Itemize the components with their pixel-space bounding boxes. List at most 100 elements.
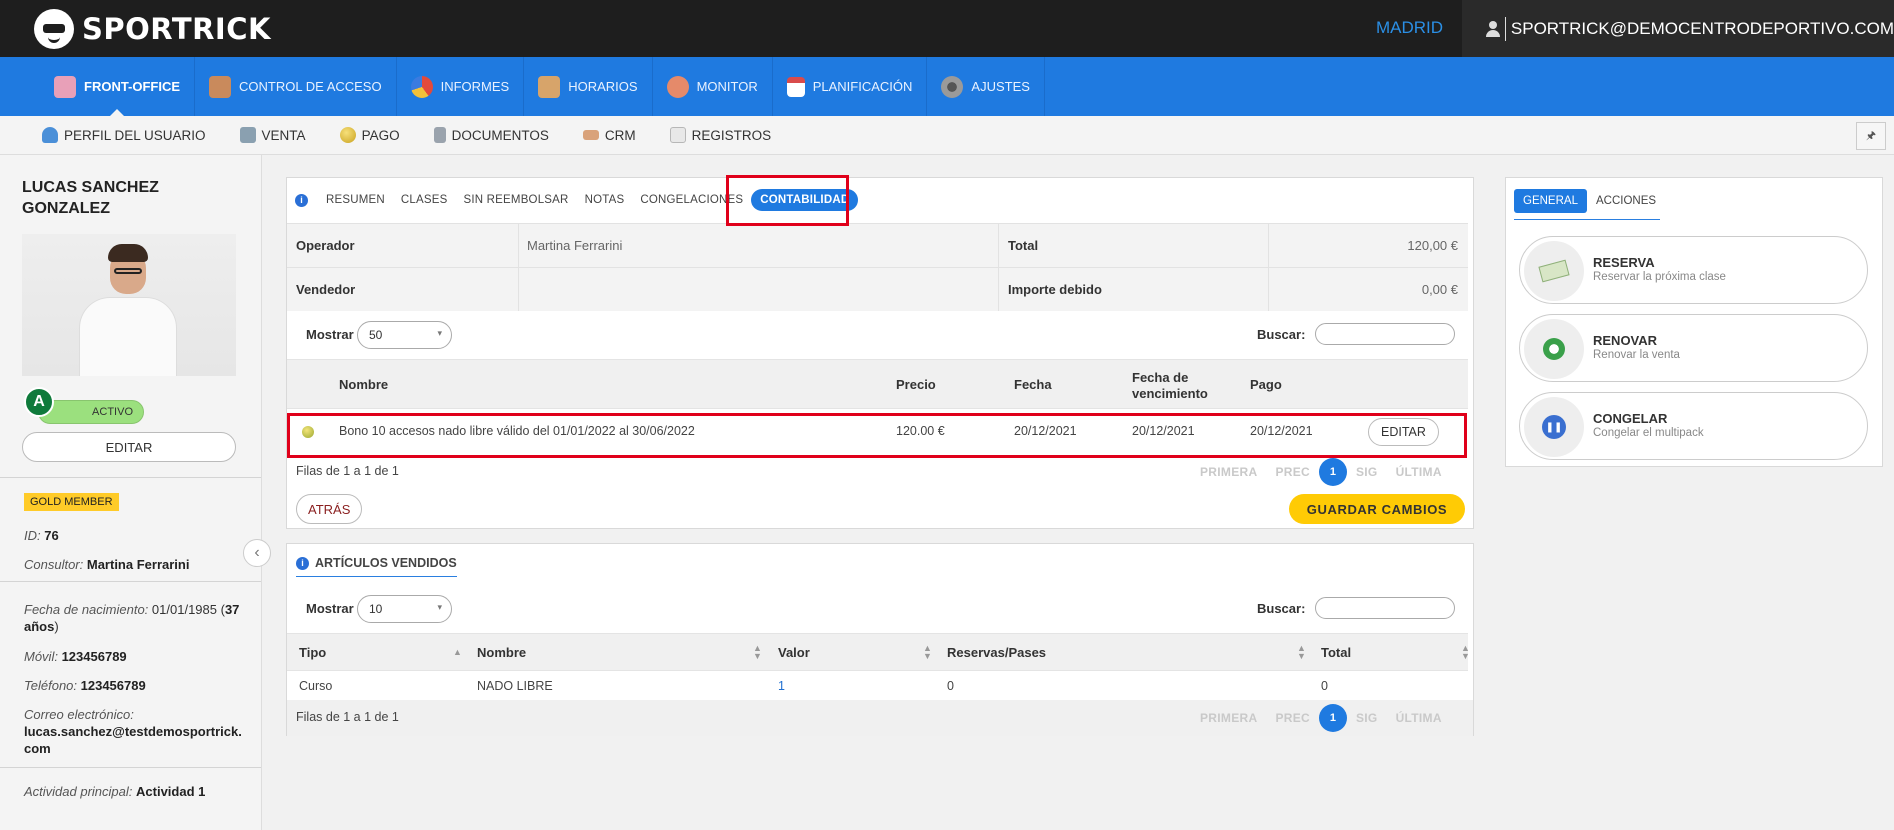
- tab-general[interactable]: GENERAL: [1514, 189, 1587, 213]
- pagination-first[interactable]: PRIMERA: [1200, 465, 1257, 479]
- sub-nav-sale[interactable]: VENTA: [239, 127, 306, 143]
- brand-logo[interactable]: SPORTRICK: [34, 6, 271, 52]
- total-label: Total: [999, 224, 1269, 267]
- sub-nav-label: PAGO: [361, 127, 400, 143]
- column-header-name[interactable]: Nombre: [477, 645, 526, 661]
- operator-label: Operador: [287, 224, 519, 267]
- summary-row: Vendedor Importe debido 0,00 €: [287, 267, 1468, 311]
- coin-icon: [339, 127, 356, 143]
- show-entries-label: Mostrar: [306, 601, 354, 616]
- booking-action-card[interactable]: RESERVA Reservar la próxima clase: [1519, 236, 1868, 304]
- pagination-last[interactable]: ÚLTIMA: [1396, 465, 1442, 479]
- sort-asc-icon[interactable]: ▲: [453, 647, 462, 657]
- sale-table-header: Nombre Precio Fecha Fecha de vencimiento…: [287, 359, 1468, 409]
- sub-nav-logs[interactable]: REGISTROS: [669, 127, 772, 143]
- user-menu[interactable]: SPORTRICK@DEMOCENTRODEPORTIVO.COM: [1462, 0, 1894, 57]
- table-row[interactable]: Curso NADO LIBRE 1 0 0: [287, 672, 1468, 700]
- main-nav-label: PLANIFICACIÓN: [812, 79, 913, 94]
- amount-due-value: 0,00 €: [1421, 282, 1458, 297]
- pagination-last[interactable]: ÚLTIMA: [1396, 711, 1442, 725]
- main-nav-reports[interactable]: INFORMES: [397, 57, 525, 116]
- column-header[interactable]: Fecha de vencimiento: [1132, 370, 1222, 402]
- column-header-type[interactable]: Tipo: [299, 645, 326, 661]
- freeze-action-card[interactable]: ❚❚ CONGELAR Congelar el multipack: [1519, 392, 1868, 460]
- main-nav-planning[interactable]: PLANIFICACIÓN: [773, 57, 928, 116]
- action-subtitle: Renovar la venta: [1593, 349, 1680, 361]
- info-icon[interactable]: i: [295, 193, 308, 207]
- sidebar-divider: [0, 581, 261, 582]
- sub-nav-crm[interactable]: CRM: [582, 127, 636, 143]
- user-email-info: Correo electrónico: lucas.sanchez@testde…: [24, 707, 242, 756]
- row-bookings: 0: [947, 679, 954, 693]
- column-header[interactable]: Fecha: [1014, 377, 1052, 393]
- tab-actions[interactable]: ACCIONES: [1587, 189, 1665, 213]
- membership-letter-badge: A: [24, 387, 54, 417]
- sub-nav-payment[interactable]: PAGO: [339, 127, 400, 143]
- sort-icon[interactable]: ▲ ▼: [753, 644, 762, 661]
- column-header-bookings[interactable]: Reservas/Pases: [947, 645, 1046, 661]
- document-icon: [433, 127, 446, 143]
- sort-icon[interactable]: ▲ ▼: [1461, 644, 1470, 661]
- action-title: CONGELAR: [1593, 411, 1668, 426]
- show-entries-label: Mostrar: [306, 327, 354, 342]
- sub-nav-user-profile[interactable]: PERFIL DEL USUARIO: [42, 127, 206, 143]
- sidebar-divider: [0, 477, 261, 478]
- top-bar: SPORTRICK MADRID SPORTRICK@DEMOCENTRODEP…: [0, 0, 1894, 57]
- tab-not-refunded[interactable]: SIN REEMBOLSAR: [456, 189, 577, 211]
- collapse-sidebar-button[interactable]: ‹: [243, 539, 271, 567]
- main-nav-label: HORARIOS: [568, 79, 638, 94]
- row-value[interactable]: 1: [778, 679, 785, 693]
- user-full-name: LUCAS SANCHEZ GONZALEZ: [22, 179, 159, 217]
- sub-nav: PERFIL DEL USUARIO VENTA PAGO DOCUMENTOS…: [0, 116, 1894, 155]
- edit-profile-button[interactable]: EDITAR: [22, 432, 236, 462]
- user-photo: [22, 234, 236, 376]
- main-nav-front-office[interactable]: FRONT-OFFICE: [40, 57, 196, 117]
- main-nav-label: CONTROL DE ACCESO: [239, 79, 382, 94]
- sub-nav-label: REGISTROS: [691, 127, 772, 143]
- show-entries-select[interactable]: 10: [357, 595, 452, 623]
- action-subtitle: Reservar la próxima clase: [1593, 271, 1726, 283]
- pagination-current[interactable]: 1: [1318, 704, 1347, 732]
- sort-icon[interactable]: ▲ ▼: [923, 644, 932, 661]
- pagination-prev[interactable]: PREC: [1275, 465, 1310, 479]
- main-nav-schedules[interactable]: HORARIOS: [524, 57, 653, 116]
- pagination-next[interactable]: SIG: [1356, 465, 1378, 479]
- sub-nav-label: CRM: [604, 127, 636, 143]
- city-selector[interactable]: MADRID: [1376, 18, 1443, 38]
- main-nav-settings[interactable]: AJUSTES: [927, 57, 1045, 116]
- chevron-left-icon: ‹: [254, 544, 260, 561]
- info-icon[interactable]: i: [296, 556, 309, 570]
- tab-classes[interactable]: CLASES: [393, 189, 456, 211]
- tab-summary[interactable]: RESUMEN: [318, 189, 393, 211]
- monitor-icon: [666, 75, 689, 98]
- column-header[interactable]: Pago: [1250, 377, 1282, 393]
- pin-button[interactable]: 🖈: [1856, 122, 1886, 150]
- column-header-total[interactable]: Total: [1321, 645, 1351, 661]
- back-button[interactable]: ATRÁS: [296, 494, 363, 524]
- sub-nav-documents[interactable]: DOCUMENTOS: [433, 127, 549, 143]
- main-nav-monitor[interactable]: MONITOR: [653, 57, 773, 116]
- sold-items-header: i ARTÍCULOS VENDIDOS: [296, 556, 457, 577]
- save-changes-button[interactable]: GUARDAR CAMBIOS: [1289, 494, 1465, 524]
- pagination-current[interactable]: 1: [1318, 458, 1347, 486]
- actions-panel: GENERAL ACCIONES RESERVA Reservar la pró…: [1505, 177, 1883, 467]
- renew-action-card[interactable]: RENOVAR Renovar la venta: [1519, 314, 1868, 382]
- search-input[interactable]: [1315, 597, 1455, 619]
- search-input[interactable]: [1315, 323, 1455, 345]
- pagination-prev[interactable]: PREC: [1275, 711, 1310, 725]
- pagination-next[interactable]: SIG: [1356, 711, 1378, 725]
- show-entries-select[interactable]: 50: [357, 321, 452, 349]
- row-type: Curso: [299, 679, 333, 693]
- column-header[interactable]: Nombre: [339, 377, 388, 393]
- sale-detail-panel: i RESUMEN CLASES SIN REEMBOLSAR NOTAS CO…: [286, 177, 1474, 529]
- main-nav-access-control[interactable]: CONTROL DE ACCESO: [195, 57, 397, 116]
- pagination-first[interactable]: PRIMERA: [1200, 711, 1257, 725]
- items-footer: Filas de 1 a 1 de 1 PRIMERA PREC 1 SIG Ú…: [287, 700, 1473, 736]
- main-nav-label: AJUSTES: [971, 79, 1030, 94]
- sale-icon: [239, 127, 256, 143]
- sort-icon[interactable]: ▲ ▼: [1297, 644, 1306, 661]
- tab-notes[interactable]: NOTAS: [577, 189, 633, 211]
- column-header[interactable]: Precio: [896, 377, 936, 393]
- column-header-value[interactable]: Valor: [778, 645, 810, 661]
- access-control-icon: [209, 75, 232, 98]
